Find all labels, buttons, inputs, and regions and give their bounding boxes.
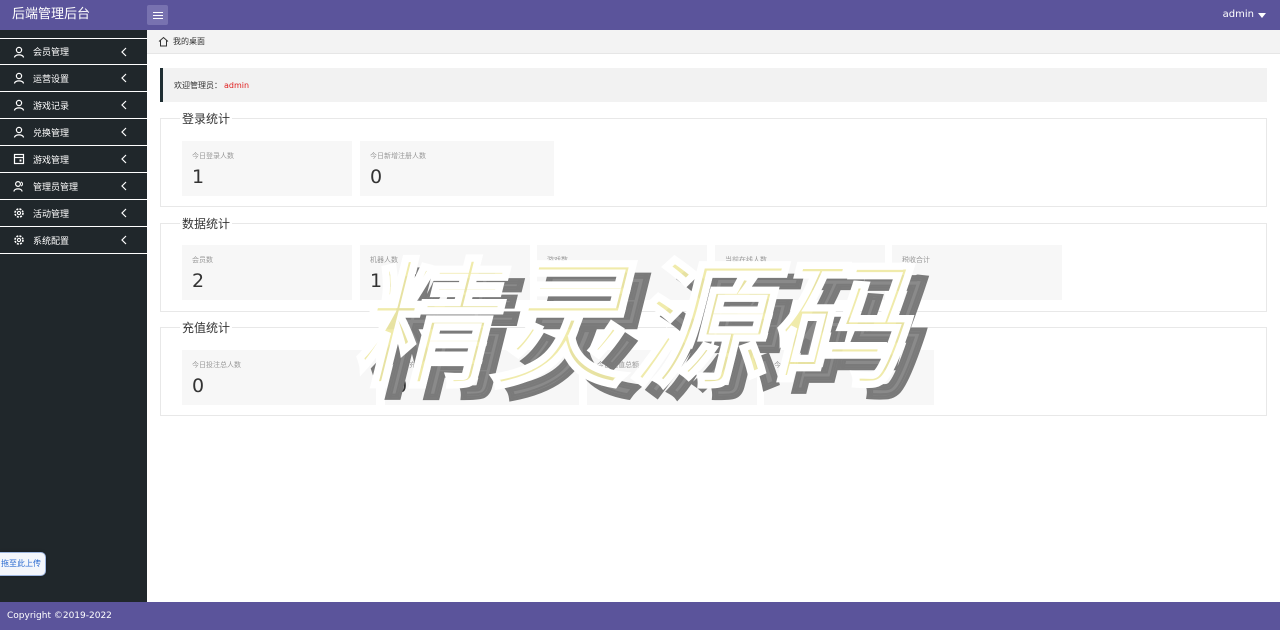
stat-label: 今日充值总额 [597, 361, 639, 369]
welcome-prefix: 欢迎管理员： [174, 80, 222, 90]
welcome-admin-name: admin [224, 80, 250, 90]
chevron-left-icon [121, 154, 127, 164]
chevron-left-icon [121, 73, 127, 83]
user-menu[interactable]: admin [1223, 0, 1266, 30]
stat-value: 0 [395, 375, 408, 397]
stat-card: 今日提现总额 [764, 350, 934, 405]
login-stats-section: 登录统计 今日登录人数 1 今日新增注册人数 0 [160, 110, 1267, 207]
stat-value: 0 [370, 166, 383, 188]
chevron-left-icon [121, 235, 127, 245]
sidebar-item-label: 系统配置 [33, 236, 70, 247]
drag-upload-button[interactable]: 拖至此上传 [0, 552, 46, 576]
sidebar-item-games[interactable]: 游戏管理 [0, 146, 147, 173]
stat-label: 游戏数 [547, 256, 568, 264]
stat-card: 今日充值人数 0 [385, 350, 579, 405]
stat-value: 0 [902, 270, 915, 292]
user-icon [12, 71, 26, 85]
stat-label: 会员数 [192, 256, 213, 264]
sidebar-item-label: 会员管理 [33, 48, 70, 58]
user-group-icon [12, 179, 26, 193]
section-title: 登录统计 [180, 110, 233, 127]
stat-value: 31 [547, 270, 572, 292]
stat-label: 今日新增注册人数 [370, 152, 426, 160]
stat-label: 今日投注总人数 [192, 361, 241, 369]
user-name: admin [1222, 9, 1254, 20]
welcome-banner: 欢迎管理员： admin [160, 68, 1267, 102]
stat-label: 今日登录人数 [192, 152, 234, 160]
user-icon [12, 45, 26, 59]
stat-label: 机器人数 [370, 256, 398, 264]
caret-down-icon [1258, 12, 1266, 18]
chevron-left-icon [121, 208, 127, 218]
calendar-icon [12, 152, 26, 166]
section-title: 充值统计 [180, 319, 233, 336]
sidebar-item-label: 游戏管理 [33, 155, 70, 166]
stat-value: 10487 [370, 270, 431, 292]
sidebar-item-operations[interactable]: 运营设置 [0, 65, 147, 92]
section-title: 数据统计 [180, 215, 233, 232]
sidebar-item-system-config[interactable]: 系统配置 [0, 227, 147, 254]
stat-value: 0 [192, 375, 205, 397]
breadcrumb: 我的桌面 [147, 30, 1280, 54]
stat-card: 今日新增注册人数 0 [360, 141, 554, 196]
breadcrumb-current[interactable]: 我的桌面 [173, 36, 205, 47]
sidebar-item-admins[interactable]: 管理员管理 [0, 173, 147, 200]
sidebar-item-exchange[interactable]: 兑换管理 [0, 119, 147, 146]
gear-icon [12, 233, 26, 247]
footer-copyright: Copyright ©2019-2022 [0, 602, 1280, 630]
menu-toggle-button[interactable] [147, 5, 168, 25]
sidebar-item-label: 活动管理 [33, 209, 70, 220]
chevron-left-icon [121, 100, 127, 110]
stat-value: 2 [192, 270, 205, 292]
sidebar-item-members[interactable]: 会员管理 [0, 38, 147, 65]
sidebar-item-activities[interactable]: 活动管理 [0, 200, 147, 227]
stat-card: 会员数 2 [182, 245, 352, 300]
recharge-stats-section: 充值统计 今日投注总人数 0 今日充值人数 0 今日充值总额 今日提现总额 [160, 319, 1267, 416]
user-icon [12, 125, 26, 139]
hamburger-icon [152, 11, 163, 13]
gear-icon [12, 206, 26, 220]
home-icon [158, 36, 169, 47]
stat-label: 税收合计 [902, 256, 930, 264]
brand-title[interactable]: 后端管理后台 [12, 0, 90, 30]
top-bar: 后端管理后台 admin [0, 0, 1280, 30]
sidebar-item-label: 管理员管理 [33, 182, 79, 193]
stat-label: 当前在线人数 [725, 256, 767, 264]
stat-card: 税收合计 0 [892, 245, 1062, 300]
sidebar-item-label: 运营设置 [33, 74, 70, 85]
stat-card: 当前在线人数 0 [715, 245, 885, 300]
chevron-left-icon [121, 181, 127, 191]
stat-value: 1 [192, 166, 205, 188]
sidebar-item-game-records[interactable]: 游戏记录 [0, 92, 147, 119]
sidebar: 会员管理 运营设置 游戏记录 兑换管理 游戏管理 管理员管理 活动管理 系统配置 [0, 30, 147, 602]
stat-card: 机器人数 10487 [360, 245, 530, 300]
stat-value: 0 [725, 270, 738, 292]
sidebar-item-label: 兑换管理 [33, 128, 70, 139]
chevron-left-icon [121, 47, 127, 57]
user-icon [12, 98, 26, 112]
stat-card: 今日登录人数 1 [182, 141, 352, 196]
sidebar-item-label: 游戏记录 [33, 101, 70, 112]
chevron-left-icon [121, 127, 127, 137]
stat-card: 游戏数 31 [537, 245, 707, 300]
stat-label: 今日充值人数 [395, 361, 437, 369]
stat-card: 今日投注总人数 0 [182, 350, 376, 405]
data-stats-section: 数据统计 会员数 2 机器人数 10487 游戏数 31 当前在线人数 0 税收… [160, 215, 1267, 312]
stat-card: 今日充值总额 [587, 350, 757, 405]
stat-label: 今日提现总额 [774, 361, 816, 369]
